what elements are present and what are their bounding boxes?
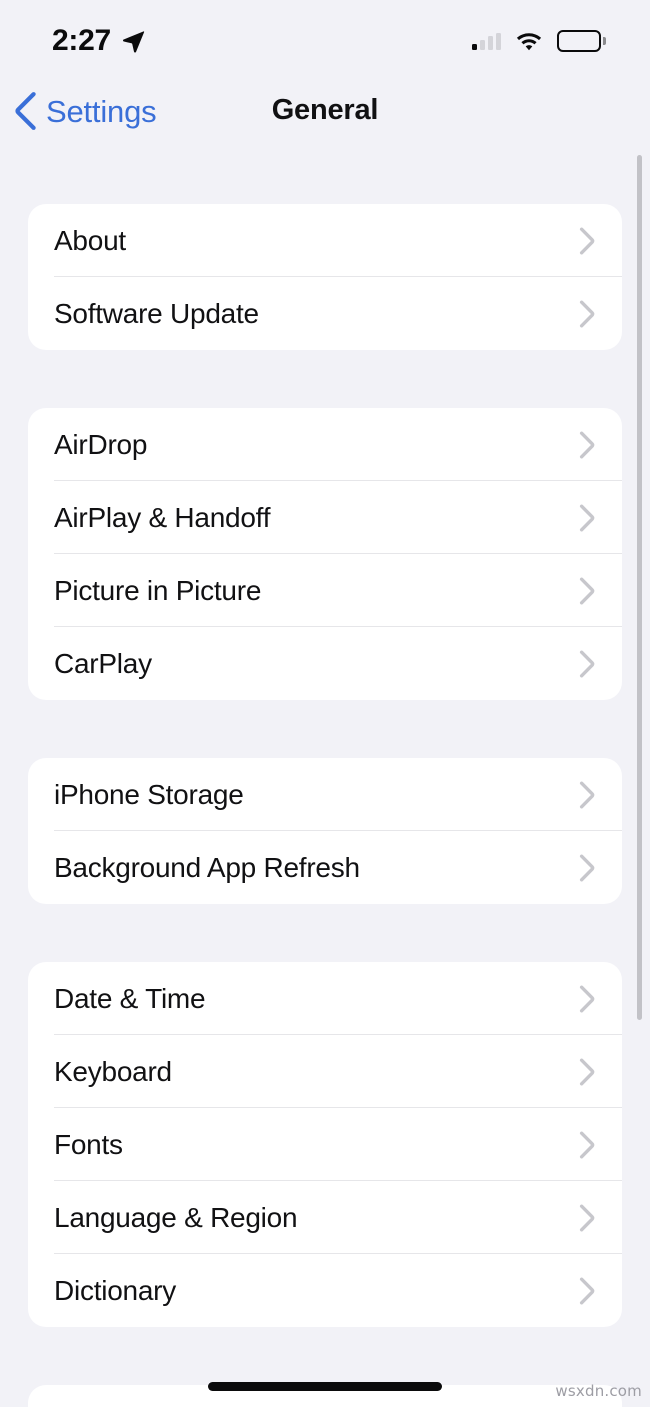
- settings-row-label: CarPlay: [54, 647, 152, 679]
- settings-row-label: iPhone Storage: [54, 778, 244, 810]
- navigation-bar: Settings General: [0, 78, 650, 152]
- chevron-right-icon: [579, 854, 595, 881]
- chevron-right-icon: [579, 300, 595, 327]
- settings-row[interactable]: Fonts: [28, 1108, 622, 1181]
- settings-row[interactable]: About: [28, 204, 622, 277]
- settings-scroll-area[interactable]: About Software Update AirDrop AirPlay & Han…: [0, 152, 650, 1407]
- settings-row-label: Language & Region: [54, 1201, 298, 1233]
- chevron-right-icon: [579, 227, 595, 254]
- settings-row-label: Picture in Picture: [54, 574, 262, 606]
- status-bar: 2:27: [0, 0, 650, 78]
- settings-row[interactable]: AirPlay & Handoff: [28, 481, 622, 554]
- watermark: wsxdn.com: [555, 1382, 642, 1400]
- settings-row[interactable]: Date & Time: [28, 962, 622, 1035]
- location-arrow-icon: [122, 31, 145, 53]
- settings-row-label: Fonts: [54, 1128, 123, 1160]
- wifi-icon: [516, 33, 542, 51]
- chevron-right-icon: [579, 577, 595, 604]
- settings-row-label: AirPlay & Handoff: [54, 501, 271, 533]
- battery-icon: [557, 30, 606, 52]
- status-bar-right: [472, 30, 606, 52]
- chevron-right-icon: [579, 1131, 595, 1158]
- settings-row-label: About: [54, 224, 126, 256]
- section-connectivity: AirDrop AirPlay & Handoff Picture in Pictu…: [28, 408, 622, 700]
- status-bar-clock: 2:27: [52, 24, 111, 57]
- settings-row[interactable]: iPhone Storage: [28, 758, 622, 831]
- settings-row[interactable]: Software Update: [28, 277, 622, 350]
- settings-row-label: AirDrop: [54, 428, 148, 460]
- settings-row[interactable]: Language & Region: [28, 1181, 622, 1254]
- settings-row-label: Dictionary: [54, 1274, 176, 1306]
- chevron-right-icon: [579, 1277, 595, 1304]
- settings-row[interactable]: CarPlay: [28, 627, 622, 700]
- cellular-signal-icon: [472, 32, 501, 50]
- section-storage: iPhone Storage Background App Refresh: [28, 758, 622, 904]
- settings-row-label: Keyboard: [54, 1055, 172, 1087]
- settings-row[interactable]: Keyboard: [28, 1035, 622, 1108]
- chevron-right-icon: [579, 431, 595, 458]
- status-bar-left: 2:27: [52, 26, 146, 56]
- settings-row-label: Software Update: [54, 297, 259, 329]
- chevron-right-icon: [579, 781, 595, 808]
- section-info: About Software Update: [28, 204, 622, 350]
- settings-row[interactable]: Dictionary: [28, 1254, 622, 1327]
- chevron-right-icon: [579, 504, 595, 531]
- settings-row[interactable]: Picture in Picture: [28, 554, 622, 627]
- page-title: General: [271, 94, 379, 126]
- settings-row-label: Date & Time: [54, 982, 206, 1014]
- vertical-scrollbar[interactable]: [637, 155, 642, 1020]
- chevron-right-icon: [579, 650, 595, 677]
- settings-row[interactable]: AirDrop: [28, 408, 622, 481]
- iphone-settings-general-screen: 2:27 Settings General About Software Upd…: [0, 0, 650, 1407]
- section-localization: Date & Time Keyboard Fonts Language & Regio…: [28, 962, 622, 1327]
- chevron-right-icon: [579, 1204, 595, 1231]
- home-indicator[interactable]: [208, 1382, 442, 1391]
- chevron-right-icon: [579, 1058, 595, 1085]
- settings-row-label: Background App Refresh: [54, 851, 360, 883]
- chevron-right-icon: [579, 985, 595, 1012]
- settings-row[interactable]: Background App Refresh: [28, 831, 622, 904]
- scrollbar-thumb[interactable]: [637, 155, 642, 1020]
